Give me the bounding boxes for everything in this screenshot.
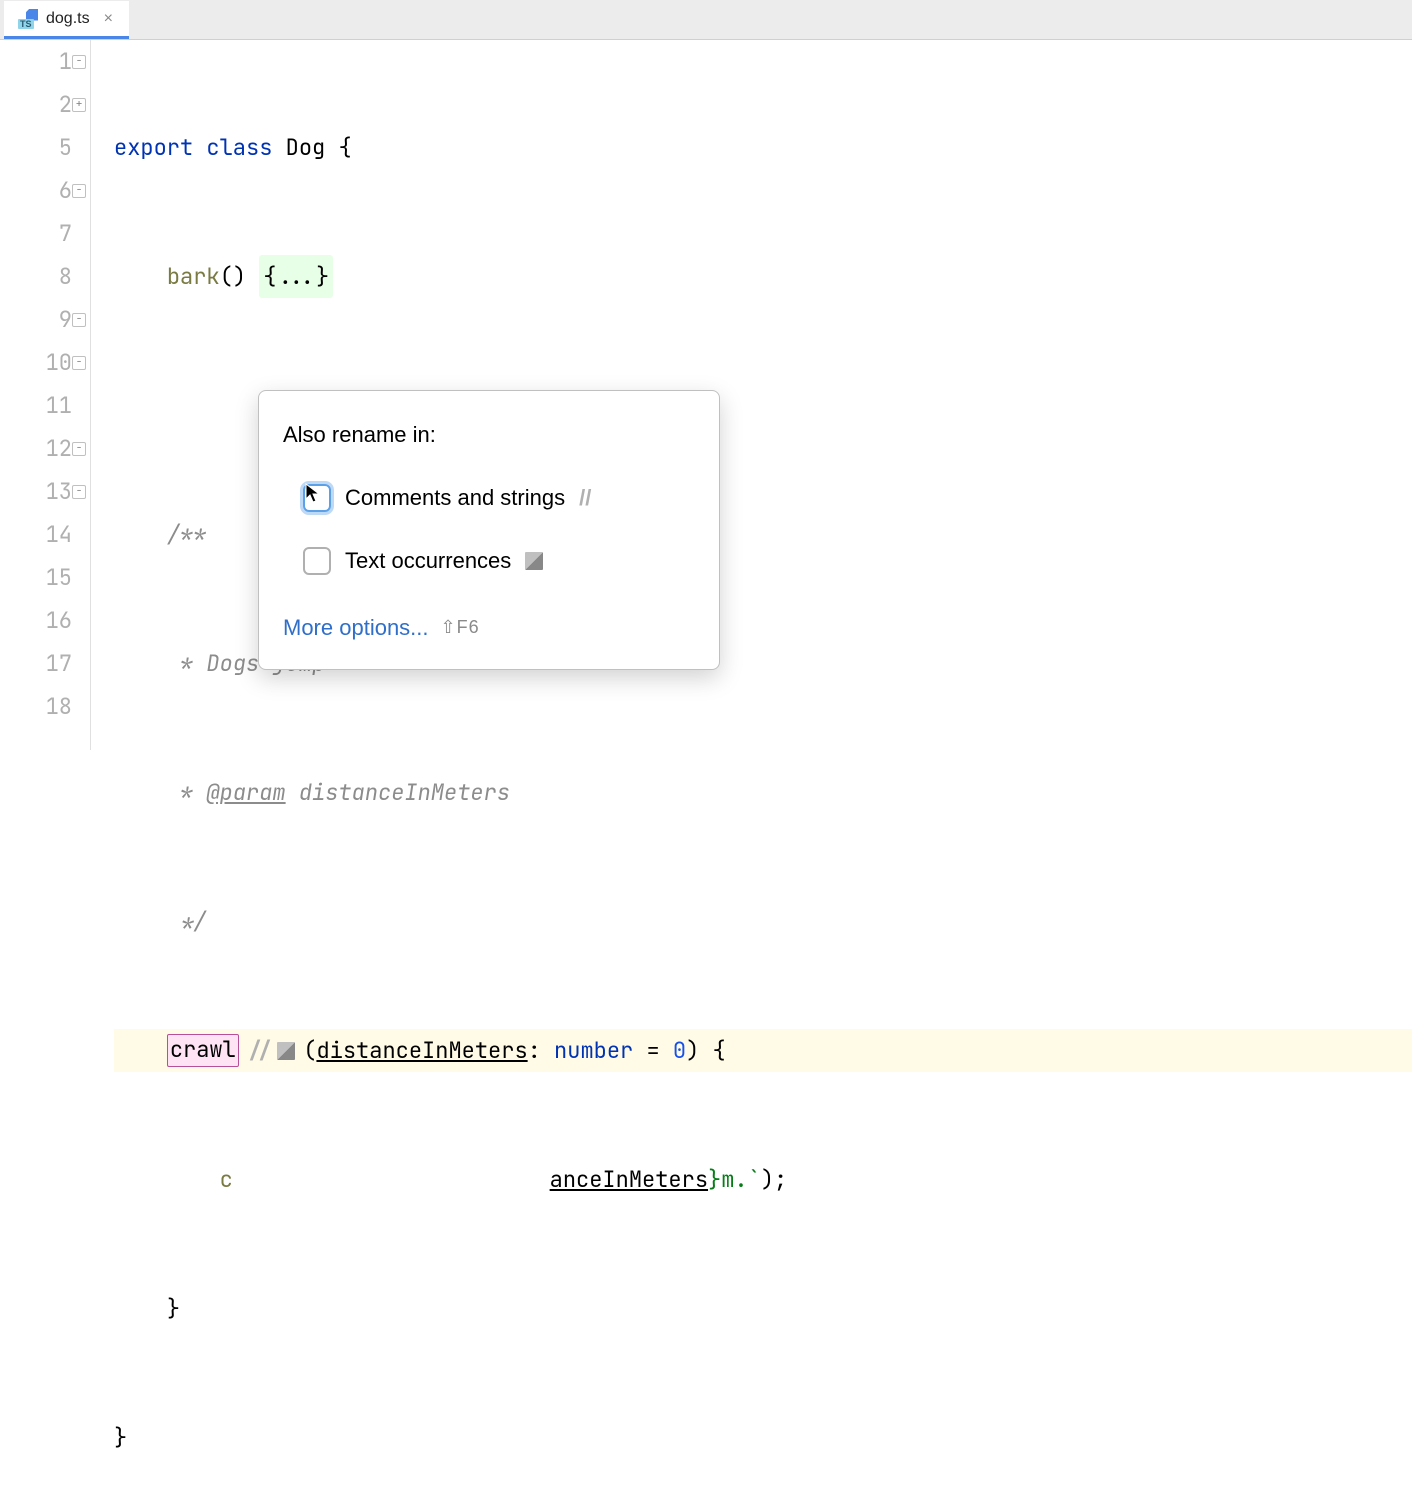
comment-scope-icon: //: [579, 476, 591, 519]
fold-expand-icon[interactable]: +: [72, 98, 86, 112]
popup-title: Also rename in:: [259, 407, 719, 466]
editor-tab[interactable]: TS dog.ts ×: [4, 1, 129, 39]
comment: /**: [167, 513, 207, 556]
comment: */: [167, 900, 207, 943]
fold-end-icon[interactable]: −: [72, 485, 86, 499]
folded-code-badge[interactable]: {...}: [259, 255, 333, 298]
option-text-occurrences[interactable]: Text occurrences: [259, 529, 719, 592]
option-comments-strings[interactable]: Comments and strings //: [259, 466, 719, 529]
code-editor[interactable]: 1− 2+ 5 6− 7 8 9− 10− 11 12− 13− 14 15 1…: [0, 40, 1412, 750]
text-scope-icon: [277, 1042, 295, 1060]
tab-filename: dog.ts: [46, 10, 90, 28]
checkbox-text-occurrences[interactable]: [303, 547, 331, 575]
rename-options-popup: Also rename in: Comments and strings // …: [258, 390, 720, 670]
rename-input[interactable]: crawl: [167, 1034, 239, 1067]
option-label: Text occurrences: [345, 539, 511, 582]
more-options-link[interactable]: More options...: [283, 606, 429, 649]
fold-end-icon[interactable]: −: [72, 313, 86, 327]
jsdoc-param-name: distanceInMeters: [299, 771, 510, 814]
rename-hint-icons: //: [247, 1029, 295, 1072]
class-name: Dog: [286, 126, 326, 169]
fold-collapse-icon[interactable]: −: [72, 184, 86, 198]
number-literal: 0: [673, 1029, 686, 1072]
fold-collapse-icon[interactable]: −: [72, 356, 86, 370]
line-gutter: 1− 2+ 5 6− 7 8 9− 10− 11 12− 13− 14 15 1…: [0, 40, 90, 750]
keyword-export: export: [114, 126, 193, 169]
fold-collapse-icon[interactable]: −: [72, 55, 86, 69]
fold-end-icon[interactable]: −: [72, 442, 86, 456]
close-icon[interactable]: ×: [102, 10, 115, 28]
tab-bar: TS dog.ts ×: [0, 0, 1412, 40]
option-label: Comments and strings: [345, 476, 565, 519]
comment-scope-icon: //: [247, 1029, 273, 1072]
type: number: [554, 1029, 633, 1072]
jsdoc-param-tag: @param: [206, 771, 285, 814]
text-scope-icon: [525, 552, 543, 570]
keyword-class: class: [206, 126, 272, 169]
checkbox-comments-strings[interactable]: [303, 484, 331, 512]
param-identifier: distanceInMeters: [316, 1029, 527, 1072]
shortcut-label: ⇧F6: [441, 606, 480, 649]
typescript-file-icon: TS: [18, 9, 38, 29]
method-name: bark: [167, 255, 220, 298]
current-line: crawl // (distanceInMeters: number = 0) …: [114, 1029, 1412, 1072]
